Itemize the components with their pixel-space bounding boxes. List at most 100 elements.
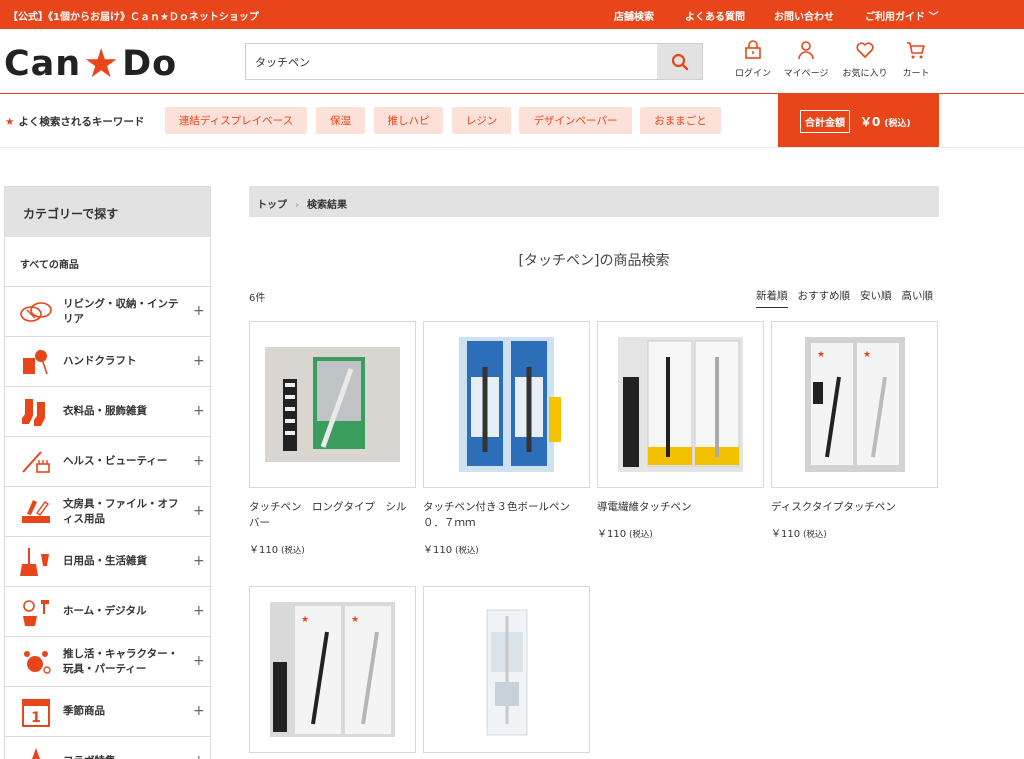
expand-icon[interactable]: + <box>193 403 205 419</box>
cart-total[interactable]: 合計金額 ￥0 (税込) <box>778 94 939 147</box>
favorites-label: お気に入り <box>842 69 888 79</box>
expand-icon[interactable]: + <box>193 453 205 469</box>
living-icon <box>20 302 52 322</box>
mypage-link[interactable]: マイページ <box>776 40 836 79</box>
sidebar-item-label: ハンドクラフト <box>63 355 137 367</box>
heart-icon <box>856 42 874 58</box>
star-icon: ★ <box>5 116 15 128</box>
keyword-chip[interactable]: おままごと <box>640 107 721 134</box>
sidebar-item-daily[interactable]: 日用品・生活雑貨 + <box>5 537 210 587</box>
product-name[interactable]: 導電繊維タッチペン <box>597 499 763 515</box>
nav-store-search[interactable]: 店舗検索 <box>614 8 654 23</box>
nav-faq[interactable]: よくある質問 <box>685 8 745 23</box>
sidebar-item-handcraft[interactable]: ハンドクラフト + <box>5 337 210 387</box>
product-card[interactable]: ★ ★ <box>771 321 938 488</box>
sort-recommended[interactable]: おすすめ順 <box>798 288 851 308</box>
keyword-chip[interactable]: 推しハピ <box>374 107 443 134</box>
product-card[interactable] <box>597 321 764 488</box>
product-image <box>459 337 561 472</box>
sidebar-item-label: 推し活・キャラクター・玩具・パーティー <box>63 647 179 675</box>
keyword-chip[interactable]: 保湿 <box>316 107 365 134</box>
sort-options: 新着順 おすすめ順 安い順 高い順 <box>756 288 933 308</box>
product-image: ★ ★ <box>270 602 395 737</box>
daily-goods-icon <box>20 548 49 576</box>
product-price: ￥110 (税込) <box>423 545 479 556</box>
sidebar-item-label: ホーム・デジタル <box>63 605 147 617</box>
cart-link[interactable]: カート <box>886 40 946 79</box>
logo-text-left: Can <box>4 44 82 84</box>
svg-text:1: 1 <box>31 710 41 726</box>
sort-price-high[interactable]: 高い順 <box>902 288 934 308</box>
product-card[interactable] <box>423 321 590 488</box>
sidebar-item-beauty[interactable]: ヘルス・ビューティー + <box>5 437 210 487</box>
party-icon <box>24 651 51 674</box>
nav-contact[interactable]: お問い合わせ <box>774 8 834 23</box>
sidebar-item-label: 季節商品 <box>63 705 105 717</box>
expand-icon[interactable]: + <box>193 553 205 569</box>
user-icon <box>798 41 814 60</box>
product-card[interactable] <box>423 586 590 753</box>
result-count: 6件 <box>249 293 266 304</box>
keyword-chip[interactable]: 連結ディスプレイベース <box>165 107 307 134</box>
sidebar-item-collab[interactable]: コラボ特集 + <box>5 737 210 759</box>
logo-star-icon: ★ <box>83 41 121 87</box>
keyword-chip[interactable]: レジン <box>452 107 511 134</box>
cart-icon <box>907 42 925 59</box>
product-price: ￥110 (税込) <box>771 529 827 540</box>
popular-keywords: ★ よく検索されるキーワード 連結ディスプレイベース 保湿 推しハピ レジン デザ… <box>0 94 1024 147</box>
nav-guide[interactable]: ご利用ガイド ﹀ <box>865 8 938 23</box>
calendar-icon: 1 <box>22 699 50 727</box>
login-label: ログイン <box>734 69 771 79</box>
product-card[interactable]: ★ ★ <box>249 586 416 753</box>
login-link[interactable]: ログイン <box>723 40 783 79</box>
product-card[interactable] <box>249 321 416 488</box>
svg-text:★: ★ <box>817 350 825 360</box>
sort-price-low[interactable]: 安い順 <box>860 288 892 308</box>
sidebar-item-seasonal[interactable]: 1 季節商品 + <box>5 687 210 737</box>
top-bar: 【公式】《1個からお届け》Ｃａｎ★Ｄｏネットショップ 店舗検索 よくある質問 お… <box>0 0 1024 29</box>
sidebar-item-party[interactable]: 推し活・キャラクター・玩具・パーティー + <box>5 637 210 687</box>
sidebar-item-living[interactable]: リビング・収納・インテリア + <box>5 287 210 337</box>
breadcrumb-current: 検索結果 <box>307 200 347 211</box>
product-price: ￥110 (税込) <box>249 545 305 556</box>
svg-text:★: ★ <box>301 615 309 625</box>
site-logo[interactable]: Can ★ Do <box>4 41 177 87</box>
search-bar <box>245 43 703 80</box>
expand-icon[interactable]: + <box>193 603 205 619</box>
category-sidebar: カテゴリーで探す すべての商品 リビング・収納・インテリア + ハンドクラフト … <box>4 186 211 759</box>
sidebar-item-label: 日用品・生活雑貨 <box>63 555 147 567</box>
sidebar-item-all[interactable]: すべての商品 <box>5 237 210 287</box>
expand-icon[interactable]: + <box>193 753 205 759</box>
clothing-icon <box>22 399 45 426</box>
expand-icon[interactable]: + <box>193 503 205 519</box>
search-input[interactable] <box>246 44 658 79</box>
svg-text:★: ★ <box>863 350 871 360</box>
search-button[interactable] <box>657 44 702 79</box>
sidebar-title: カテゴリーで探す <box>5 187 210 237</box>
expand-icon[interactable]: + <box>193 303 205 319</box>
beauty-icon <box>22 451 50 473</box>
sidebar-item-home-digital[interactable]: ホーム・デジタル + <box>5 587 210 637</box>
total-value: ￥0 (税込) <box>860 115 911 129</box>
expand-icon[interactable]: + <box>193 703 205 719</box>
expand-icon[interactable]: + <box>193 653 205 669</box>
lock-icon <box>745 40 761 59</box>
product-image: ★ ★ <box>805 337 905 472</box>
product-name[interactable]: タッチペン付き３色ボールペン ０．７ｍｍ <box>423 499 589 531</box>
sidebar-item-stationery[interactable]: 文房具・ファイル・オフィス用品 + <box>5 487 210 537</box>
breadcrumb-home[interactable]: トップ <box>257 200 287 211</box>
expand-icon[interactable]: + <box>193 353 205 369</box>
product-image <box>439 602 574 737</box>
sidebar-item-label: コラボ特集 <box>63 737 185 759</box>
keyword-chip[interactable]: デザインペーパー <box>519 107 632 134</box>
product-name[interactable]: タッチペン ロングタイプ シルバー <box>249 499 415 531</box>
stationery-icon <box>22 500 50 523</box>
keyword-divider <box>0 147 1024 148</box>
sidebar-item-label: ヘルス・ビューティー <box>63 455 168 467</box>
home-digital-icon <box>23 600 49 626</box>
sort-newest[interactable]: 新着順 <box>756 288 788 308</box>
shop-tagline[interactable]: 【公式】《1個からお届け》Ｃａｎ★Ｄｏネットショップ <box>8 8 259 23</box>
sidebar-item-clothing[interactable]: 衣料品・服飾雑貨 + <box>5 387 210 437</box>
cart-label: カート <box>902 69 930 79</box>
product-name[interactable]: ディスクタイプタッチペン <box>771 499 937 515</box>
